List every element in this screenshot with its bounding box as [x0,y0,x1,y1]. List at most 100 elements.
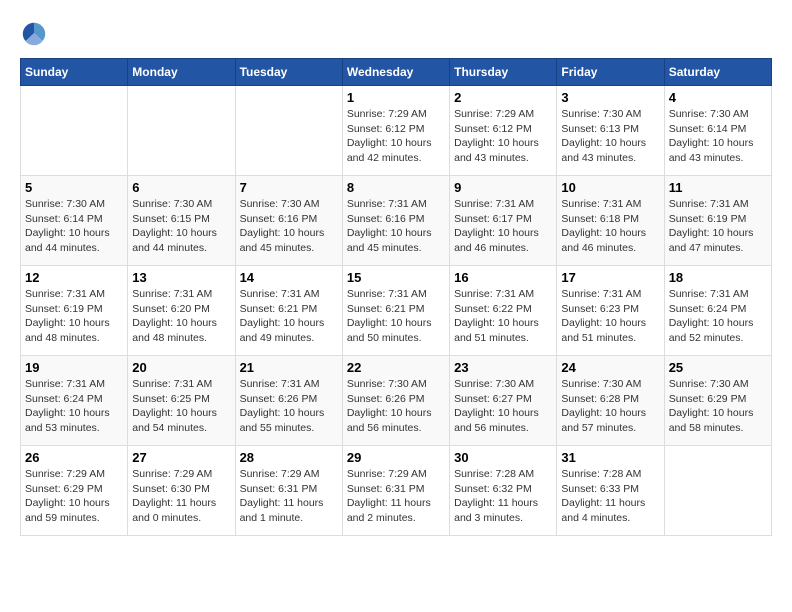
calendar-cell: 1 Sunrise: 7:29 AM Sunset: 6:12 PM Daylig… [342,86,449,176]
week-row-3: 12Sunrise: 7:31 AM Sunset: 6:19 PM Dayli… [21,266,772,356]
day-number: 28 [240,450,338,465]
week-row-4: 19 Sunrise: 7:31 AM Sunset: 6:24 PM Dayli… [21,356,772,446]
calendar-cell [21,86,128,176]
day-number: 1 [347,90,445,105]
calendar-cell: 22Sunrise: 7:30 AM Sunset: 6:26 PM Dayli… [342,356,449,446]
day-number: 11 [669,180,767,195]
day-info: Sunrise: 7:30 AM Sunset: 6:14 PM Dayligh… [669,107,767,166]
day-number: 19 [25,360,123,375]
day-number: 10 [561,180,659,195]
weekday-header-tuesday: Tuesday [235,59,342,86]
calendar-cell: 16 Sunrise: 7:31 AM Sunset: 6:22 PM Dayli… [450,266,557,356]
calendar-cell: 21Sunrise: 7:31 AM Sunset: 6:26 PM Dayli… [235,356,342,446]
day-number: 5 [25,180,123,195]
calendar-cell: 19 Sunrise: 7:31 AM Sunset: 6:24 PM Dayli… [21,356,128,446]
logo-icon [20,20,48,48]
calendar-cell: 30 Sunrise: 7:28 AM Sunset: 6:32 PM Dayli… [450,446,557,536]
calendar-cell: 28 Sunrise: 7:29 AM Sunset: 6:31 PM Dayli… [235,446,342,536]
calendar-cell: 13 Sunrise: 7:31 AM Sunset: 6:20 PM Dayli… [128,266,235,356]
day-info: Sunrise: 7:29 AM Sunset: 6:31 PM Dayligh… [240,467,338,526]
day-info: Sunrise: 7:30 AM Sunset: 6:26 PM Dayligh… [347,377,445,436]
calendar-cell: 15 Sunrise: 7:31 AM Sunset: 6:21 PM Dayli… [342,266,449,356]
calendar-cell: 11Sunrise: 7:31 AM Sunset: 6:19 PM Dayli… [664,176,771,266]
day-info: Sunrise: 7:30 AM Sunset: 6:28 PM Dayligh… [561,377,659,436]
weekday-header-row: SundayMondayTuesdayWednesdayThursdayFrid… [21,59,772,86]
day-info: Sunrise: 7:31 AM Sunset: 6:21 PM Dayligh… [347,287,445,346]
day-info: Sunrise: 7:30 AM Sunset: 6:14 PM Dayligh… [25,197,123,256]
day-number: 13 [132,270,230,285]
day-number: 27 [132,450,230,465]
day-number: 30 [454,450,552,465]
day-number: 21 [240,360,338,375]
day-info: Sunrise: 7:31 AM Sunset: 6:19 PM Dayligh… [25,287,123,346]
day-info: Sunrise: 7:28 AM Sunset: 6:32 PM Dayligh… [454,467,552,526]
weekday-header-friday: Friday [557,59,664,86]
day-info: Sunrise: 7:28 AM Sunset: 6:33 PM Dayligh… [561,467,659,526]
calendar-cell: 29Sunrise: 7:29 AM Sunset: 6:31 PM Dayli… [342,446,449,536]
weekday-header-thursday: Thursday [450,59,557,86]
day-info: Sunrise: 7:30 AM Sunset: 6:16 PM Dayligh… [240,197,338,256]
weekday-header-monday: Monday [128,59,235,86]
calendar-body: 1 Sunrise: 7:29 AM Sunset: 6:12 PM Daylig… [21,86,772,536]
day-info: Sunrise: 7:31 AM Sunset: 6:18 PM Dayligh… [561,197,659,256]
calendar-header: SundayMondayTuesdayWednesdayThursdayFrid… [21,59,772,86]
calendar-cell: 24 Sunrise: 7:30 AM Sunset: 6:28 PM Dayli… [557,356,664,446]
day-number: 14 [240,270,338,285]
day-info: Sunrise: 7:31 AM Sunset: 6:16 PM Dayligh… [347,197,445,256]
calendar-cell: 3 Sunrise: 7:30 AM Sunset: 6:13 PM Daylig… [557,86,664,176]
day-number: 8 [347,180,445,195]
day-number: 31 [561,450,659,465]
day-number: 18 [669,270,767,285]
logo [20,20,52,48]
week-row-1: 1 Sunrise: 7:29 AM Sunset: 6:12 PM Daylig… [21,86,772,176]
day-info: Sunrise: 7:29 AM Sunset: 6:12 PM Dayligh… [454,107,552,166]
day-number: 4 [669,90,767,105]
day-number: 6 [132,180,230,195]
day-info: Sunrise: 7:31 AM Sunset: 6:24 PM Dayligh… [25,377,123,436]
day-info: Sunrise: 7:31 AM Sunset: 6:25 PM Dayligh… [132,377,230,436]
day-info: Sunrise: 7:29 AM Sunset: 6:31 PM Dayligh… [347,467,445,526]
calendar-cell: 9Sunrise: 7:31 AM Sunset: 6:17 PM Daylig… [450,176,557,266]
calendar-cell: 4 Sunrise: 7:30 AM Sunset: 6:14 PM Daylig… [664,86,771,176]
calendar-cell: 25Sunrise: 7:30 AM Sunset: 6:29 PM Dayli… [664,356,771,446]
page-header [20,20,772,48]
calendar-cell [664,446,771,536]
day-number: 20 [132,360,230,375]
calendar-cell: 20 Sunrise: 7:31 AM Sunset: 6:25 PM Dayli… [128,356,235,446]
day-info: Sunrise: 7:31 AM Sunset: 6:22 PM Dayligh… [454,287,552,346]
day-info: Sunrise: 7:31 AM Sunset: 6:21 PM Dayligh… [240,287,338,346]
calendar-table: SundayMondayTuesdayWednesdayThursdayFrid… [20,58,772,536]
calendar-cell: 31 Sunrise: 7:28 AM Sunset: 6:33 PM Dayli… [557,446,664,536]
week-row-5: 26Sunrise: 7:29 AM Sunset: 6:29 PM Dayli… [21,446,772,536]
day-number: 17 [561,270,659,285]
day-info: Sunrise: 7:30 AM Sunset: 6:27 PM Dayligh… [454,377,552,436]
day-info: Sunrise: 7:30 AM Sunset: 6:29 PM Dayligh… [669,377,767,436]
day-info: Sunrise: 7:31 AM Sunset: 6:23 PM Dayligh… [561,287,659,346]
calendar-cell: 23 Sunrise: 7:30 AM Sunset: 6:27 PM Dayli… [450,356,557,446]
calendar-cell: 12Sunrise: 7:31 AM Sunset: 6:19 PM Dayli… [21,266,128,356]
day-info: Sunrise: 7:31 AM Sunset: 6:24 PM Dayligh… [669,287,767,346]
day-info: Sunrise: 7:31 AM Sunset: 6:17 PM Dayligh… [454,197,552,256]
calendar-cell: 27 Sunrise: 7:29 AM Sunset: 6:30 PM Dayli… [128,446,235,536]
day-info: Sunrise: 7:29 AM Sunset: 6:30 PM Dayligh… [132,467,230,526]
day-number: 3 [561,90,659,105]
day-info: Sunrise: 7:31 AM Sunset: 6:20 PM Dayligh… [132,287,230,346]
calendar-cell: 18 Sunrise: 7:31 AM Sunset: 6:24 PM Dayli… [664,266,771,356]
day-number: 24 [561,360,659,375]
weekday-header-wednesday: Wednesday [342,59,449,86]
calendar-cell: 8 Sunrise: 7:31 AM Sunset: 6:16 PM Daylig… [342,176,449,266]
day-number: 15 [347,270,445,285]
day-number: 23 [454,360,552,375]
day-number: 2 [454,90,552,105]
calendar-cell: 7Sunrise: 7:30 AM Sunset: 6:16 PM Daylig… [235,176,342,266]
calendar-cell [235,86,342,176]
calendar-cell: 17 Sunrise: 7:31 AM Sunset: 6:23 PM Dayli… [557,266,664,356]
day-info: Sunrise: 7:30 AM Sunset: 6:13 PM Dayligh… [561,107,659,166]
calendar-cell [128,86,235,176]
calendar-cell: 14 Sunrise: 7:31 AM Sunset: 6:21 PM Dayli… [235,266,342,356]
weekday-header-sunday: Sunday [21,59,128,86]
day-info: Sunrise: 7:29 AM Sunset: 6:12 PM Dayligh… [347,107,445,166]
day-number: 26 [25,450,123,465]
day-number: 16 [454,270,552,285]
calendar-cell: 10 Sunrise: 7:31 AM Sunset: 6:18 PM Dayli… [557,176,664,266]
